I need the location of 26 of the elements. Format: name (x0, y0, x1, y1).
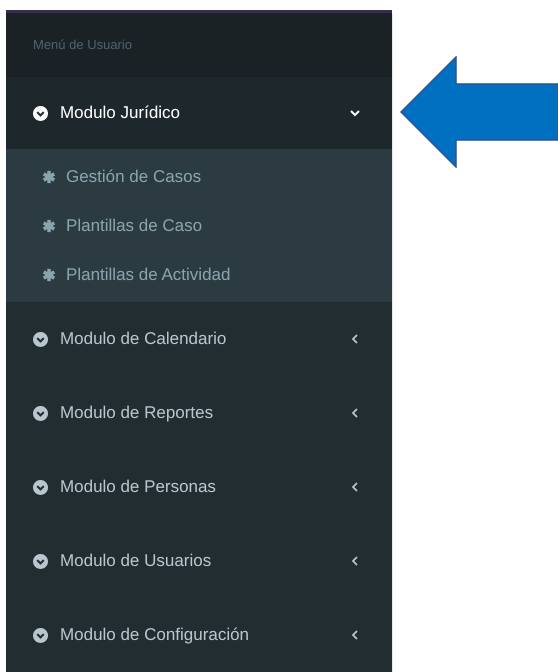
submenu-item[interactable]: Plantillas de Actividad (6, 250, 392, 299)
asterisk-icon (42, 170, 56, 184)
chevron-circle-icon (33, 480, 48, 494)
chevron-left-icon (351, 630, 358, 640)
chevron-left-icon (351, 482, 358, 492)
chevron-left-icon (351, 408, 358, 418)
asterisk-icon (42, 218, 56, 232)
asterisk-icon (42, 268, 56, 282)
menu-item-label: Modulo Jurídico (60, 102, 182, 124)
chevron-down-icon (350, 109, 360, 117)
menu-item-label: Modulo de Calendario (60, 328, 228, 350)
menu-item-label: Modulo de Configuración (60, 624, 250, 646)
chevron-circle-icon (33, 106, 48, 120)
chevron-left-icon (351, 556, 358, 566)
submenu-item[interactable]: Plantillas de Caso (6, 201, 392, 250)
chevron-circle-icon (33, 332, 48, 346)
chevron-circle-icon (33, 406, 48, 420)
menu-header: Menú de Usuario (33, 36, 132, 54)
menu-item-label: Modulo de Personas (60, 476, 217, 498)
chevron-left-icon (351, 334, 358, 344)
submenu-item[interactable]: Gestión de Casos (6, 152, 392, 201)
menu-item-label: Modulo de Reportes (60, 402, 214, 424)
chevron-circle-icon (33, 554, 48, 568)
menu-item-label: Modulo de Usuarios (60, 550, 212, 572)
chevron-circle-icon (33, 628, 48, 642)
menu-item[interactable]: Modulo Jurídico (6, 77, 392, 149)
